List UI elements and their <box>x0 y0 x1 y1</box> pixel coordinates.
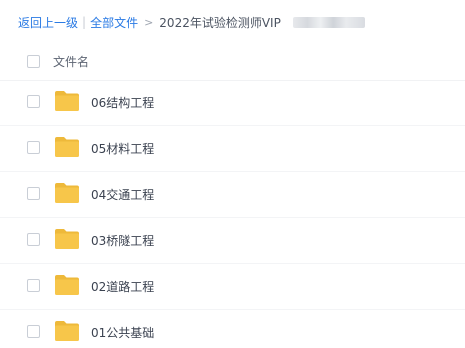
folder-icon <box>55 137 79 157</box>
folder-icon <box>55 183 79 203</box>
breadcrumb-current-folder: 2022年试验检测师VIP <box>159 15 281 30</box>
row-checkbox[interactable] <box>27 233 40 246</box>
file-name[interactable]: 02道路工程 <box>91 278 154 295</box>
list-header: 文件名 <box>0 42 465 81</box>
name-column-header[interactable]: 文件名 <box>53 53 89 70</box>
file-name[interactable]: 03桥隧工程 <box>91 232 154 249</box>
back-link[interactable]: 返回上一级 <box>18 14 78 31</box>
folder-icon <box>55 229 79 249</box>
file-name[interactable]: 06结构工程 <box>91 94 154 111</box>
chevron-right-icon: > <box>144 15 154 29</box>
list-item[interactable]: 01公共基础 <box>0 310 465 348</box>
list-item[interactable]: 03桥隧工程 <box>0 218 465 264</box>
list-item[interactable]: 04交通工程 <box>0 172 465 218</box>
list-item[interactable]: 02道路工程 <box>0 264 465 310</box>
folder-icon <box>55 91 79 111</box>
redacted-text <box>292 16 365 28</box>
breadcrumb-divider: | <box>82 15 87 29</box>
folder-icon <box>55 321 79 341</box>
file-name[interactable]: 05材料工程 <box>91 140 154 157</box>
row-checkbox[interactable] <box>27 279 40 292</box>
all-files-link[interactable]: 全部文件 <box>90 14 138 31</box>
row-checkbox[interactable] <box>27 187 40 200</box>
list-item[interactable]: 05材料工程 <box>0 126 465 172</box>
file-list: 06结构工程 05材料工程 04交通工程 03桥隧工程 02道路工程 01公共基… <box>0 80 465 348</box>
row-checkbox[interactable] <box>27 325 40 338</box>
select-all-checkbox[interactable] <box>27 55 40 68</box>
row-checkbox[interactable] <box>27 141 40 154</box>
file-browser: 返回上一级 | 全部文件 > 2022年试验检测师VIP 文件名 06结构工程 … <box>0 0 465 348</box>
folder-icon <box>55 275 79 295</box>
row-checkbox[interactable] <box>27 95 40 108</box>
file-name[interactable]: 01公共基础 <box>91 324 154 341</box>
file-name[interactable]: 04交通工程 <box>91 186 154 203</box>
breadcrumb: 返回上一级 | 全部文件 > 2022年试验检测师VIP <box>18 13 365 31</box>
list-item[interactable]: 06结构工程 <box>0 80 465 126</box>
